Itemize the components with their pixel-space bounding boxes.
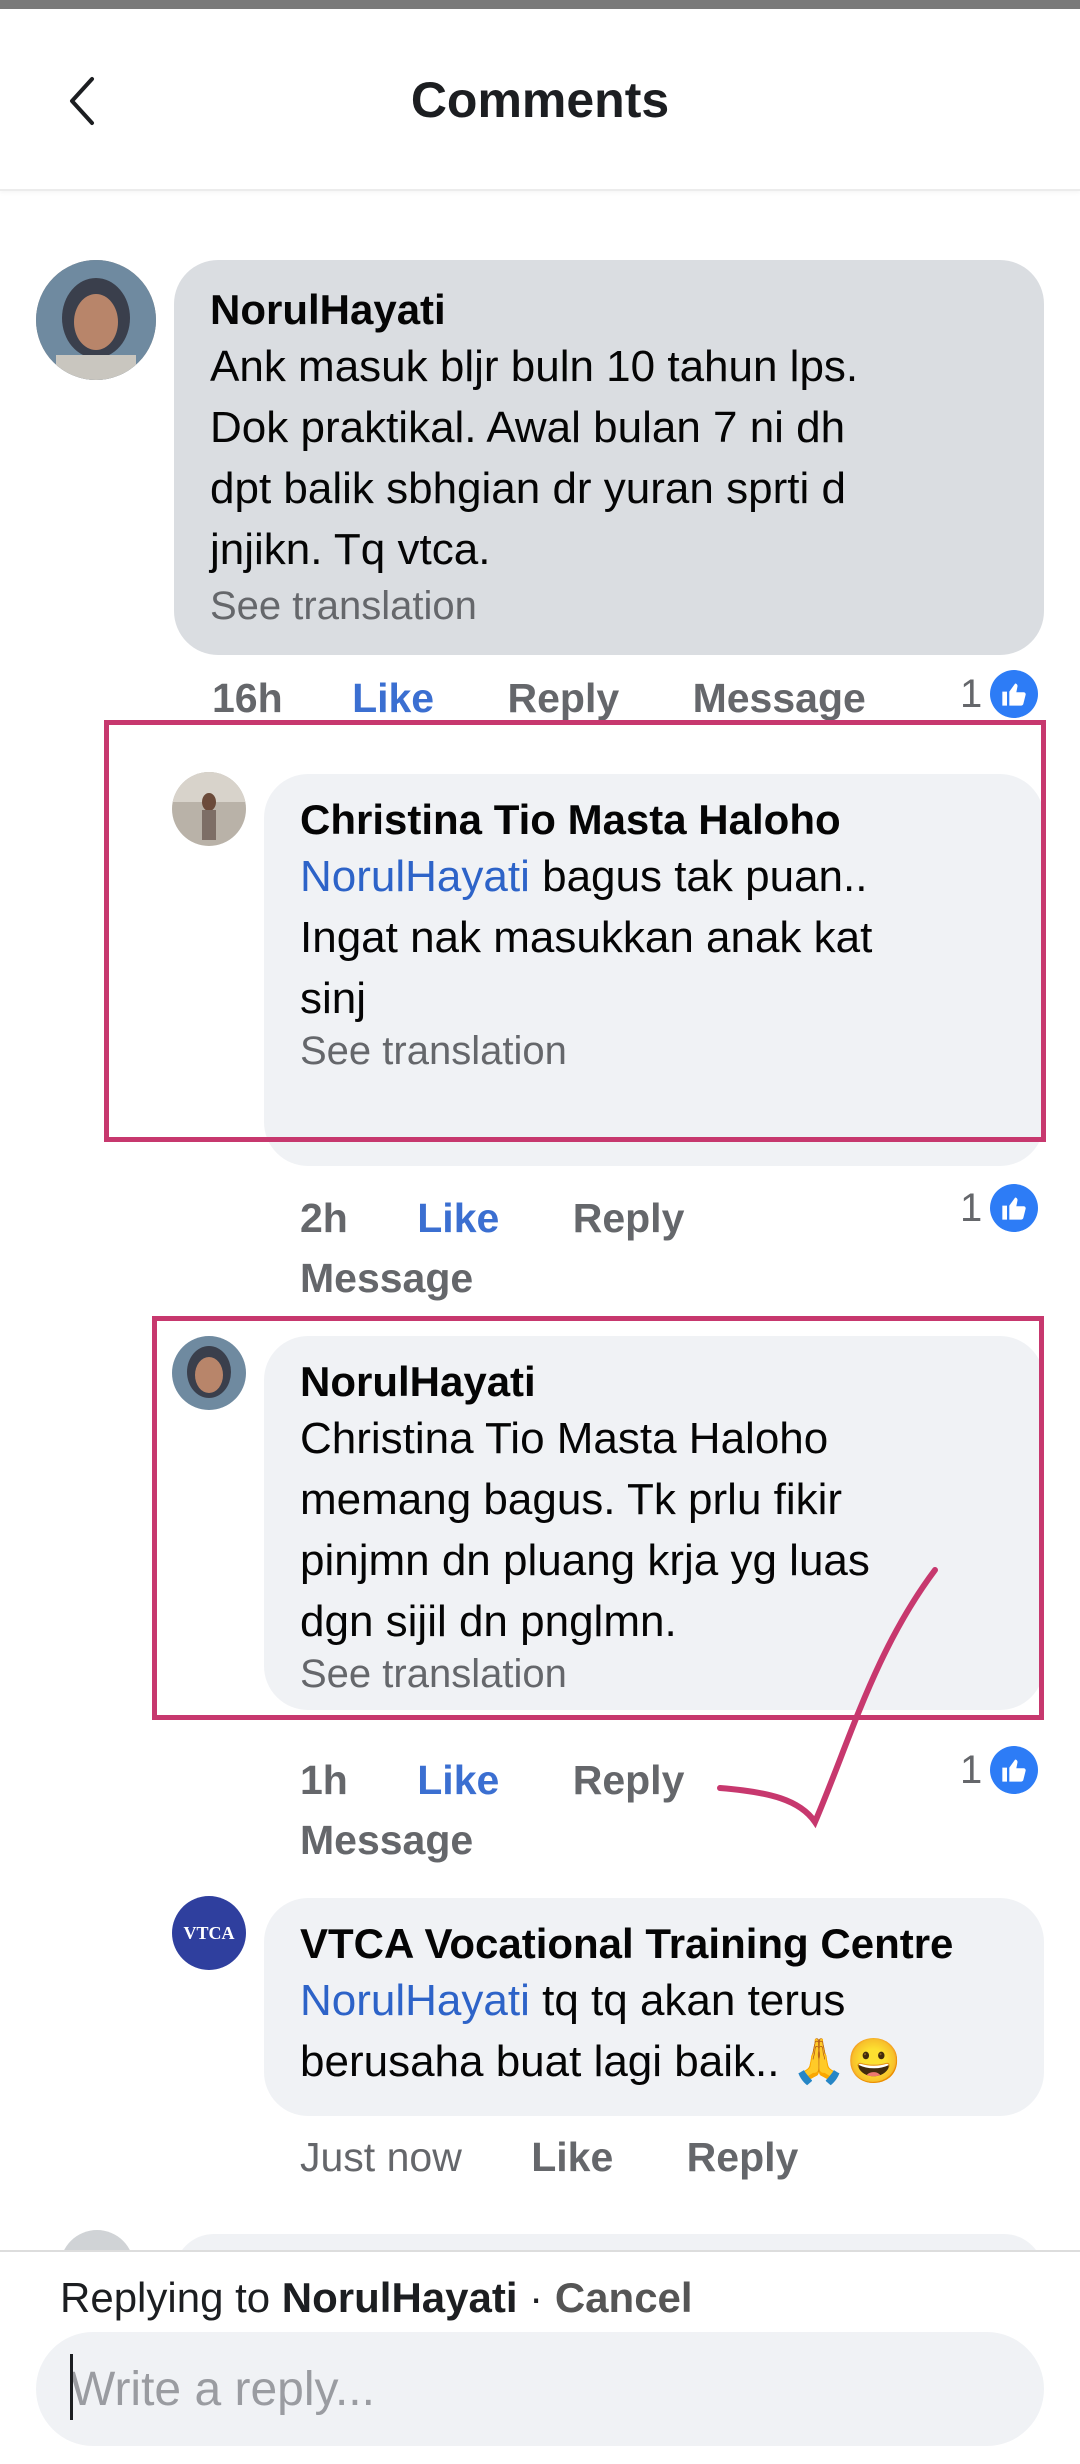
comment-author[interactable]: VTCA Vocational Training Centre	[300, 1920, 1030, 1968]
timestamp: 16h	[212, 675, 283, 721]
like-button[interactable]: Like	[352, 675, 434, 721]
reply-composer: Replying to NorulHayati · Cancel	[0, 2250, 1080, 2464]
top-bar: Comments	[0, 9, 1080, 191]
like-count-value: 1	[960, 671, 983, 716]
mention-link[interactable]: NorulHayati	[300, 1976, 530, 2025]
thumbs-up-icon	[990, 1746, 1039, 1794]
avatar[interactable]: VTCA	[172, 1896, 246, 1970]
timestamp: Just now	[300, 2134, 462, 2180]
like-button[interactable]: Like	[531, 2134, 613, 2180]
timestamp: 1h	[300, 1757, 348, 1803]
thumbs-up-icon	[990, 670, 1039, 718]
separator: ·	[517, 2274, 555, 2321]
comment-text-part: tq tq akan terus	[529, 1976, 846, 2025]
replying-to-bar: Replying to NorulHayati · Cancel	[60, 2274, 693, 2322]
like-count[interactable]: 1	[960, 670, 1039, 718]
reply-button[interactable]: Reply	[573, 1757, 685, 1803]
avatar[interactable]	[36, 260, 156, 380]
like-count-value: 1	[960, 1747, 983, 1792]
highlight-box	[104, 720, 1046, 1142]
reply-button[interactable]: Reply	[687, 2134, 799, 2180]
like-button[interactable]: Like	[417, 1195, 499, 1241]
replying-name: NorulHayati	[281, 2274, 518, 2321]
avatar-photo-icon	[36, 260, 156, 380]
comment-actions: 16h Like Reply Message	[212, 675, 866, 722]
like-count[interactable]: 1	[960, 1184, 1039, 1232]
cancel-reply-button[interactable]: Cancel	[555, 2274, 693, 2321]
comment-actions: Just now Like Reply	[300, 2134, 798, 2181]
like-count[interactable]: 1	[960, 1746, 1039, 1794]
comment-author[interactable]: NorulHayati	[210, 286, 1030, 334]
checkmark-annotation	[717, 1567, 938, 1829]
comment-bubble[interactable]: VTCA Vocational Training Centre NorulHay…	[264, 1898, 1044, 2116]
page-title: Comments	[410, 72, 670, 128]
see-translation-link[interactable]: See translation	[210, 584, 1030, 629]
status-strip	[0, 0, 1080, 9]
message-button[interactable]: Message	[300, 1817, 473, 1863]
thumbs-up-icon	[990, 1184, 1039, 1232]
reply-button[interactable]: Reply	[508, 675, 620, 721]
reply-button[interactable]: Reply	[573, 1195, 685, 1241]
logo-text: VTCA	[183, 1922, 235, 1943]
reply-input[interactable]	[36, 2332, 1044, 2446]
timestamp: 2h	[300, 1195, 348, 1241]
comment-text: NorulHayati tq tq akan terus berusaha bua…	[300, 1970, 1030, 2092]
comment-bubble[interactable]: NorulHayati Ank masuk bljr buln 10 tahun…	[174, 260, 1044, 655]
comment-text-part: berusaha buat lagi baik.. 🙏😀	[300, 2037, 902, 2086]
message-button[interactable]: Message	[300, 1255, 473, 1301]
replying-prefix: Replying to	[60, 2274, 282, 2321]
message-button[interactable]: Message	[693, 675, 866, 721]
comment-actions: 2h Like Reply Message	[300, 1188, 860, 1308]
like-count-value: 1	[960, 1185, 983, 1230]
like-button[interactable]: Like	[417, 1757, 499, 1803]
text-caret	[70, 2354, 73, 2420]
comment-text: Ank masuk bljr buln 10 tahun lps. Dok pr…	[210, 342, 859, 574]
